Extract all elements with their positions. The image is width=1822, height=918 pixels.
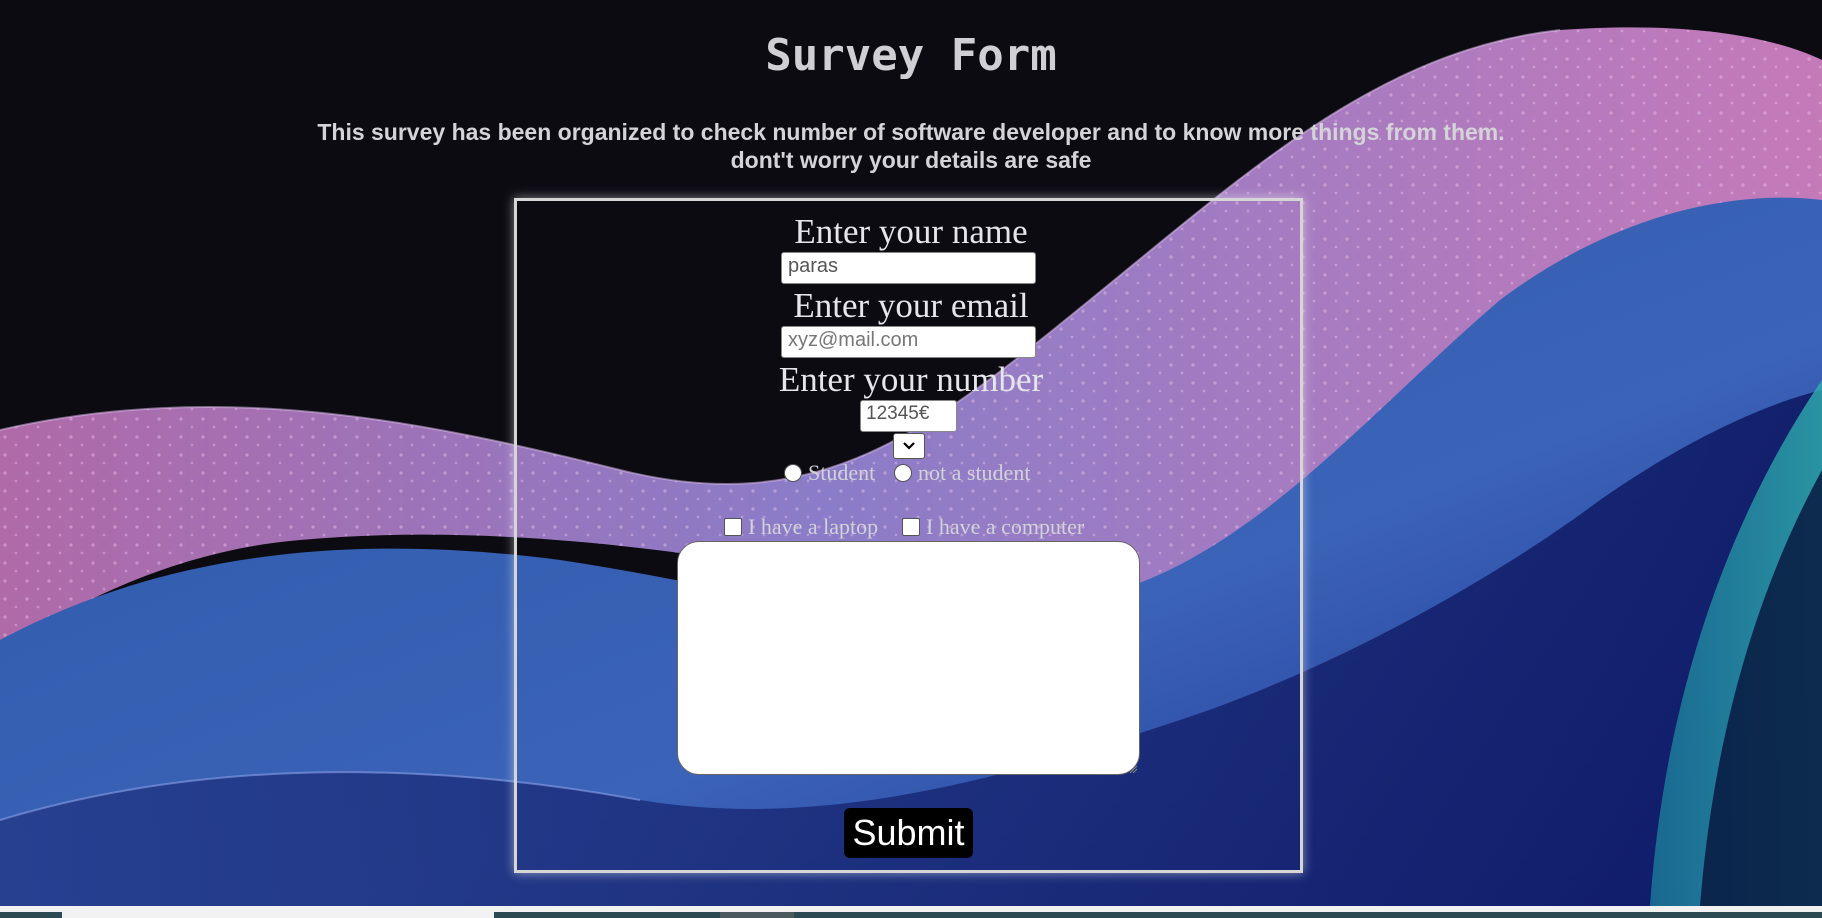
checkbox-computer[interactable]: I have a computer [902, 514, 1084, 540]
radio-student-label: Student [808, 460, 876, 485]
radio-not-student-label: not a student [918, 460, 1031, 485]
checkbox[interactable] [902, 518, 920, 536]
checkbox[interactable] [724, 518, 742, 536]
option-select[interactable] [893, 433, 925, 459]
comments-textarea[interactable] [677, 541, 1140, 775]
description-line-1: This survey has been organized to check … [317, 119, 1505, 145]
resize-grip-icon[interactable] [1129, 765, 1138, 774]
email-input[interactable]: xyz@mail.com [781, 326, 1036, 358]
taskbar-segment [794, 912, 1822, 918]
radio-button[interactable] [894, 464, 912, 482]
checkbox-laptop[interactable]: I have a laptop [724, 514, 878, 540]
email-label: Enter your email [793, 286, 1029, 325]
page-description: This survey has been organized to check … [0, 118, 1822, 174]
checkbox-computer-label: I have a computer [926, 514, 1085, 539]
number-label: Enter your number [778, 360, 1044, 399]
radio-student[interactable]: Student [784, 460, 875, 486]
taskbar-segment [0, 912, 62, 918]
radio-not-student[interactable]: not a student [894, 460, 1030, 486]
page-title: Survey Form [765, 30, 1057, 81]
taskbar-segment [494, 912, 720, 918]
checkbox-laptop-label: I have a laptop [748, 514, 879, 539]
name-input[interactable]: paras [781, 252, 1036, 284]
radio-button[interactable] [784, 464, 802, 482]
submit-button[interactable]: Submit [844, 808, 973, 858]
description-line-2: dont't worry your details are safe [730, 147, 1092, 173]
name-label: Enter your name [794, 212, 1028, 251]
chevron-down-icon [903, 442, 915, 450]
taskbar-segment [720, 912, 794, 918]
number-input[interactable]: 12345€ [860, 400, 957, 432]
